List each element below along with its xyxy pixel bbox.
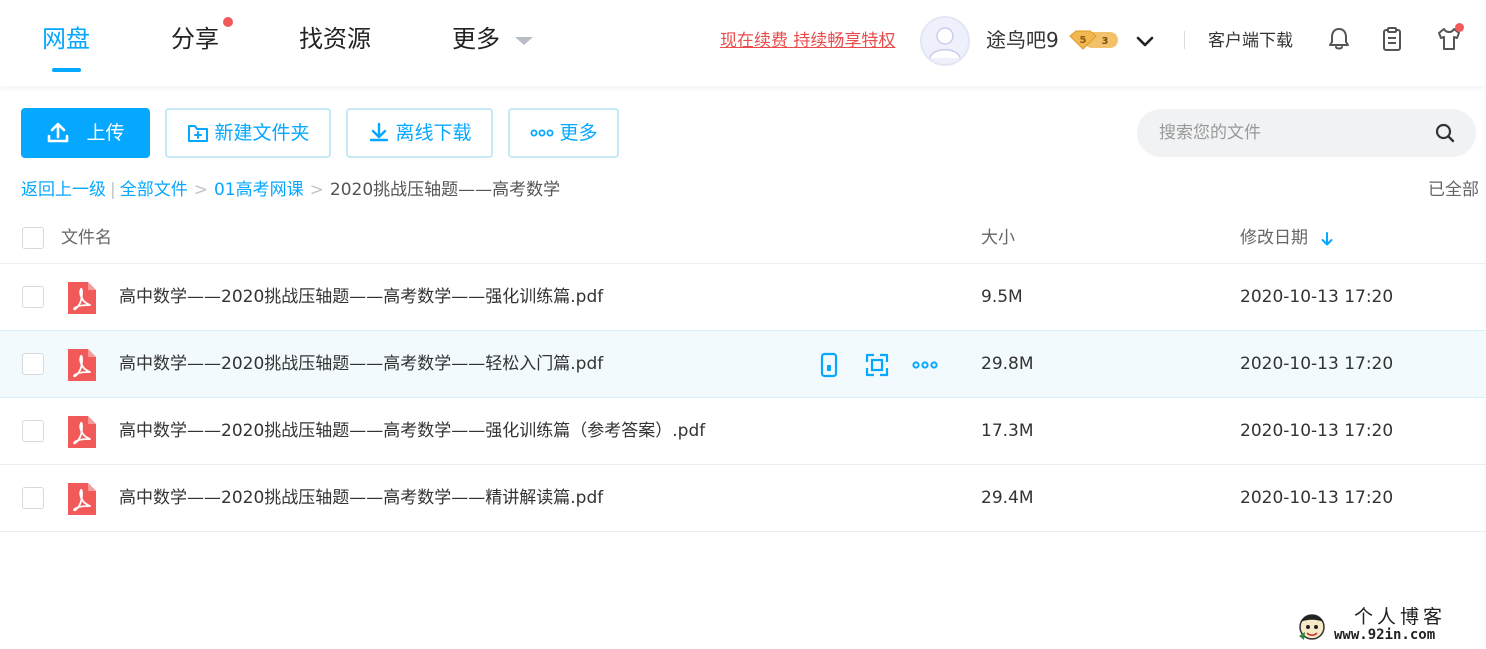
new-folder-label: 新建文件夹: [214, 122, 310, 144]
pdf-file-icon: [68, 416, 96, 448]
table-row[interactable]: 高中数学——2020挑战压轴题——高考数学——精讲解读篇.pdf 29.4M 2…: [0, 465, 1486, 532]
top-navigation-bar: 网盘 分享 找资源 更多 现在续费 持续畅享特权 途鸟吧9 5 3 客户端下载: [0, 0, 1486, 86]
new-folder-icon: [188, 125, 209, 142]
share-link-icon[interactable]: [864, 352, 890, 378]
file-modified-date: 2020-10-13 17:20: [1240, 354, 1394, 374]
chevron-down-icon[interactable]: [1134, 30, 1156, 52]
file-name[interactable]: 高中数学——2020挑战压轴题——高考数学——精讲解读篇.pdf: [119, 486, 603, 510]
file-modified-date: 2020-10-13 17:20: [1240, 421, 1394, 441]
loaded-status-text: 已全部: [1428, 180, 1479, 200]
watermark-url: www.92in.com: [1334, 627, 1436, 643]
pdf-file-icon: [68, 349, 96, 381]
table-row[interactable]: 高中数学——2020挑战压轴题——高考数学——强化训练篇（参考答案）.pdf 1…: [0, 398, 1486, 465]
table-row[interactable]: 高中数学——2020挑战压轴题——高考数学——强化训练篇.pdf 9.5M 20…: [0, 264, 1486, 331]
breadcrumb-back-link[interactable]: 返回上一级: [21, 180, 106, 200]
column-header-name[interactable]: 文件名: [61, 226, 112, 250]
row-checkbox[interactable]: [22, 353, 44, 375]
more-actions-button[interactable]: 更多: [508, 108, 619, 158]
file-list-header: 文件名 大小 修改日期: [0, 214, 1486, 264]
table-row-hovered[interactable]: 高中数学——2020挑战压轴题——高考数学——轻松入门篇.pdf 29.8M 2…: [0, 330, 1486, 398]
breadcrumb-separator: >: [309, 180, 324, 200]
default-avatar-icon: [929, 27, 961, 59]
file-name[interactable]: 高中数学——2020挑战压轴题——高考数学——轻松入门篇.pdf: [119, 352, 603, 376]
client-download-link[interactable]: 客户端下载: [1208, 29, 1293, 53]
breadcrumb: 返回上一级 | 全部文件 >01高考网课 >2020挑战压轴题——高考数学: [21, 178, 560, 202]
nav-tab-find-resources[interactable]: 找资源: [299, 22, 371, 56]
breadcrumb-current-folder: 2020挑战压轴题——高考数学: [329, 180, 561, 200]
watermark-title: 个人博客: [1354, 606, 1447, 628]
sort-descending-arrow-icon[interactable]: [1318, 230, 1336, 248]
file-name[interactable]: 高中数学——2020挑战压轴题——高考数学——强化训练篇（参考答案）.pdf: [119, 419, 705, 443]
bell-icon[interactable]: [1325, 25, 1353, 53]
more-options-icon[interactable]: [911, 352, 939, 378]
file-modified-date: 2020-10-13 17:20: [1240, 287, 1394, 307]
share-notification-dot: [223, 17, 233, 27]
skin-notification-dot: [1455, 23, 1464, 32]
clipboard-icon[interactable]: [1378, 25, 1406, 53]
search-input[interactable]: [1159, 119, 1409, 147]
upload-label: 上传: [86, 122, 125, 144]
avatar[interactable]: [920, 16, 970, 66]
file-modified-date: 2020-10-13 17:20: [1240, 488, 1394, 508]
vip-level-number: 5: [1080, 35, 1087, 46]
file-name[interactable]: 高中数学——2020挑战压轴题——高考数学——强化训练篇.pdf: [119, 285, 603, 309]
diamond-badge-icon: 5 3: [1069, 30, 1118, 50]
pdf-file-icon: [68, 483, 96, 515]
username[interactable]: 途鸟吧9: [986, 25, 1059, 55]
nav-tab-netdisk[interactable]: 网盘: [42, 22, 90, 56]
vip-level-badge[interactable]: 5 3: [1068, 29, 1120, 51]
watermark-mascot-icon: [1299, 614, 1325, 640]
column-header-size[interactable]: 大小: [981, 226, 1015, 250]
breadcrumb-all-files-link[interactable]: 全部文件: [120, 180, 188, 200]
offline-download-label: 离线下载: [395, 122, 472, 144]
active-tab-indicator: [52, 68, 81, 72]
upload-button[interactable]: 上传: [21, 108, 150, 158]
search-box: [1137, 109, 1476, 157]
row-checkbox[interactable]: [22, 420, 44, 442]
breadcrumb-divider: |: [110, 180, 116, 200]
file-size: 29.8M: [981, 354, 1034, 374]
more-caret-icon[interactable]: [515, 37, 533, 45]
select-all-checkbox[interactable]: [22, 227, 44, 249]
nav-divider: [1184, 31, 1185, 49]
pdf-file-icon: [68, 282, 96, 314]
watermark: 个人博客 www.92in.com: [1292, 606, 1482, 646]
row-checkbox[interactable]: [22, 286, 44, 308]
nav-tab-share[interactable]: 分享: [171, 22, 219, 56]
renew-membership-link[interactable]: 现在续费 持续畅享特权: [720, 29, 895, 53]
row-checkbox[interactable]: [22, 487, 44, 509]
offline-download-button[interactable]: 离线下载: [346, 108, 493, 158]
file-size: 9.5M: [981, 287, 1023, 307]
more-dots-icon: [530, 129, 554, 137]
nav-tab-more[interactable]: 更多: [452, 22, 500, 56]
vip-badge-count: 3: [1102, 36, 1109, 47]
more-actions-label: 更多: [559, 122, 598, 144]
send-to-phone-icon[interactable]: [816, 352, 842, 378]
column-header-date[interactable]: 修改日期: [1240, 226, 1308, 250]
new-folder-button[interactable]: 新建文件夹: [165, 108, 331, 158]
file-size: 17.3M: [981, 421, 1034, 441]
breadcrumb-folder-link[interactable]: 01高考网课: [214, 180, 304, 200]
download-icon: [370, 122, 389, 142]
search-icon[interactable]: [1434, 122, 1456, 144]
upload-icon: [48, 122, 69, 143]
breadcrumb-separator: >: [193, 180, 208, 200]
file-size: 29.4M: [981, 488, 1034, 508]
